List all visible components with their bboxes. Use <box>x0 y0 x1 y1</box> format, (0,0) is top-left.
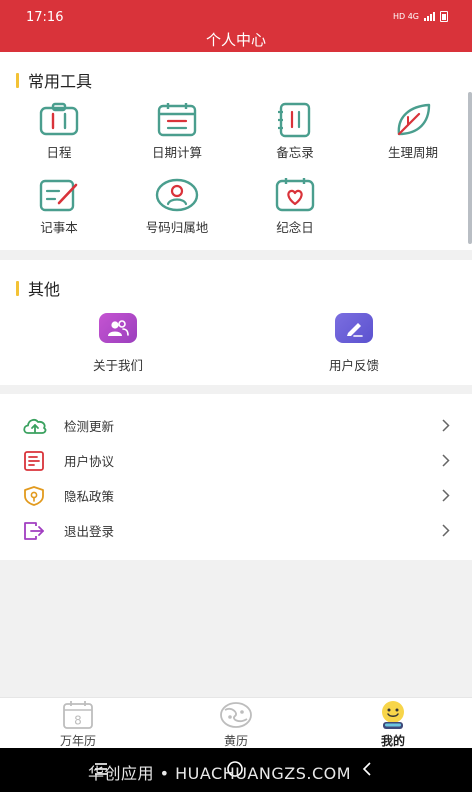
tool-label: 生理周期 <box>387 145 438 160</box>
calendar-icon <box>157 103 197 137</box>
heart-calendar-icon <box>275 178 315 212</box>
others-section-header: 其他 <box>16 276 60 300</box>
document-icon <box>24 451 44 471</box>
tool-label: 记事本 <box>40 220 78 235</box>
watermark: 华创应用 • HUACHUANGZS.COM <box>88 764 352 783</box>
tool-label: 号码归属地 <box>145 220 209 235</box>
logout-icon <box>24 522 44 540</box>
section-accent-bar <box>16 280 19 296</box>
smiley-avatar-icon <box>382 701 404 729</box>
tool-cycle[interactable]: 生理周期 <box>363 102 463 161</box>
tab-almanac[interactable]: 黄历 <box>176 698 296 749</box>
note-pen-icon <box>39 179 78 212</box>
user-agreement-label: 用户协议 <box>64 454 115 469</box>
app-header: 17:16 HD 4G 个人中心 <box>0 0 472 52</box>
tab-almanac-label: 黄历 <box>223 734 248 748</box>
yin-yang-icon <box>220 702 252 728</box>
logout-row[interactable]: 退出登录 <box>0 513 472 548</box>
battery-icon <box>440 11 448 22</box>
tab-calendar-label: 万年历 <box>59 734 96 748</box>
notebook-icon <box>278 102 311 138</box>
tool-anniversary[interactable]: 纪念日 <box>245 177 345 236</box>
tool-notepad[interactable]: 记事本 <box>9 177 109 236</box>
tool-memo[interactable]: 备忘录 <box>245 102 345 161</box>
tool-schedule[interactable]: 日程 <box>9 102 109 161</box>
tool-label: 备忘录 <box>276 145 314 160</box>
feedback-label: 用户反馈 <box>328 358 379 373</box>
status-indicators: HD 4G <box>393 11 448 22</box>
feedback-item[interactable]: 用户反馈 <box>289 313 419 374</box>
tab-mine[interactable]: 我的 <box>333 698 453 749</box>
system-nav-bar: 华创应用 • HUACHUANGZS.COM <box>0 748 472 792</box>
status-time: 17:16 <box>26 10 64 25</box>
chevron-right-icon <box>442 419 450 432</box>
others-card: 其他 关于我们 用户反馈 <box>0 260 472 385</box>
tool-label: 纪念日 <box>276 220 314 235</box>
shield-icon <box>24 486 44 506</box>
tool-label: 日程 <box>46 145 72 160</box>
bottom-tab-bar: 8 万年历 黄历 我的 <box>0 697 472 748</box>
calendar-tab-badge: 8 <box>74 714 82 728</box>
tool-date-calc[interactable]: 日期计算 <box>127 102 227 161</box>
calendar-tab-icon: 8 <box>63 701 93 729</box>
cloud-upload-icon <box>23 419 47 434</box>
privacy-policy-row[interactable]: 隐私政策 <box>0 478 472 513</box>
check-update-row[interactable]: 检测更新 <box>0 408 472 443</box>
others-section-title: 其他 <box>28 280 61 299</box>
tab-calendar[interactable]: 8 万年历 <box>18 698 138 749</box>
pen-edit-icon <box>335 313 373 343</box>
users-icon <box>99 313 137 343</box>
tab-mine-label: 我的 <box>380 734 405 748</box>
about-us-item[interactable]: 关于我们 <box>53 313 183 374</box>
check-update-label: 检测更新 <box>64 419 115 434</box>
back-nav-icon[interactable] <box>358 760 376 778</box>
about-us-label: 关于我们 <box>92 358 143 373</box>
user-agreement-row[interactable]: 用户协议 <box>0 443 472 478</box>
tool-phone-location[interactable]: 号码归属地 <box>127 177 227 236</box>
page-title: 个人中心 <box>205 31 266 49</box>
settings-list: 检测更新 用户协议 隐私政策 退出登录 <box>0 394 472 560</box>
chevron-right-icon <box>442 489 450 502</box>
location-person-icon <box>155 178 199 212</box>
leaf-icon <box>397 103 431 136</box>
privacy-policy-label: 隐私政策 <box>64 489 115 504</box>
tools-section-header: 常用工具 <box>16 68 92 92</box>
network-label: HD 4G <box>392 12 419 21</box>
tools-section-title: 常用工具 <box>28 72 93 91</box>
section-accent-bar <box>16 72 19 88</box>
briefcase-icon <box>39 102 79 136</box>
scrollbar[interactable] <box>468 92 472 244</box>
tool-label: 日期计算 <box>151 145 202 160</box>
signal-icon <box>424 12 435 21</box>
chevron-right-icon <box>442 524 450 537</box>
logout-label: 退出登录 <box>64 524 115 539</box>
chevron-right-icon <box>442 454 450 467</box>
tools-card: 常用工具 日程 日期计算 备忘录 生理周期 记事本 号码归属地 纪念日 <box>0 52 472 250</box>
